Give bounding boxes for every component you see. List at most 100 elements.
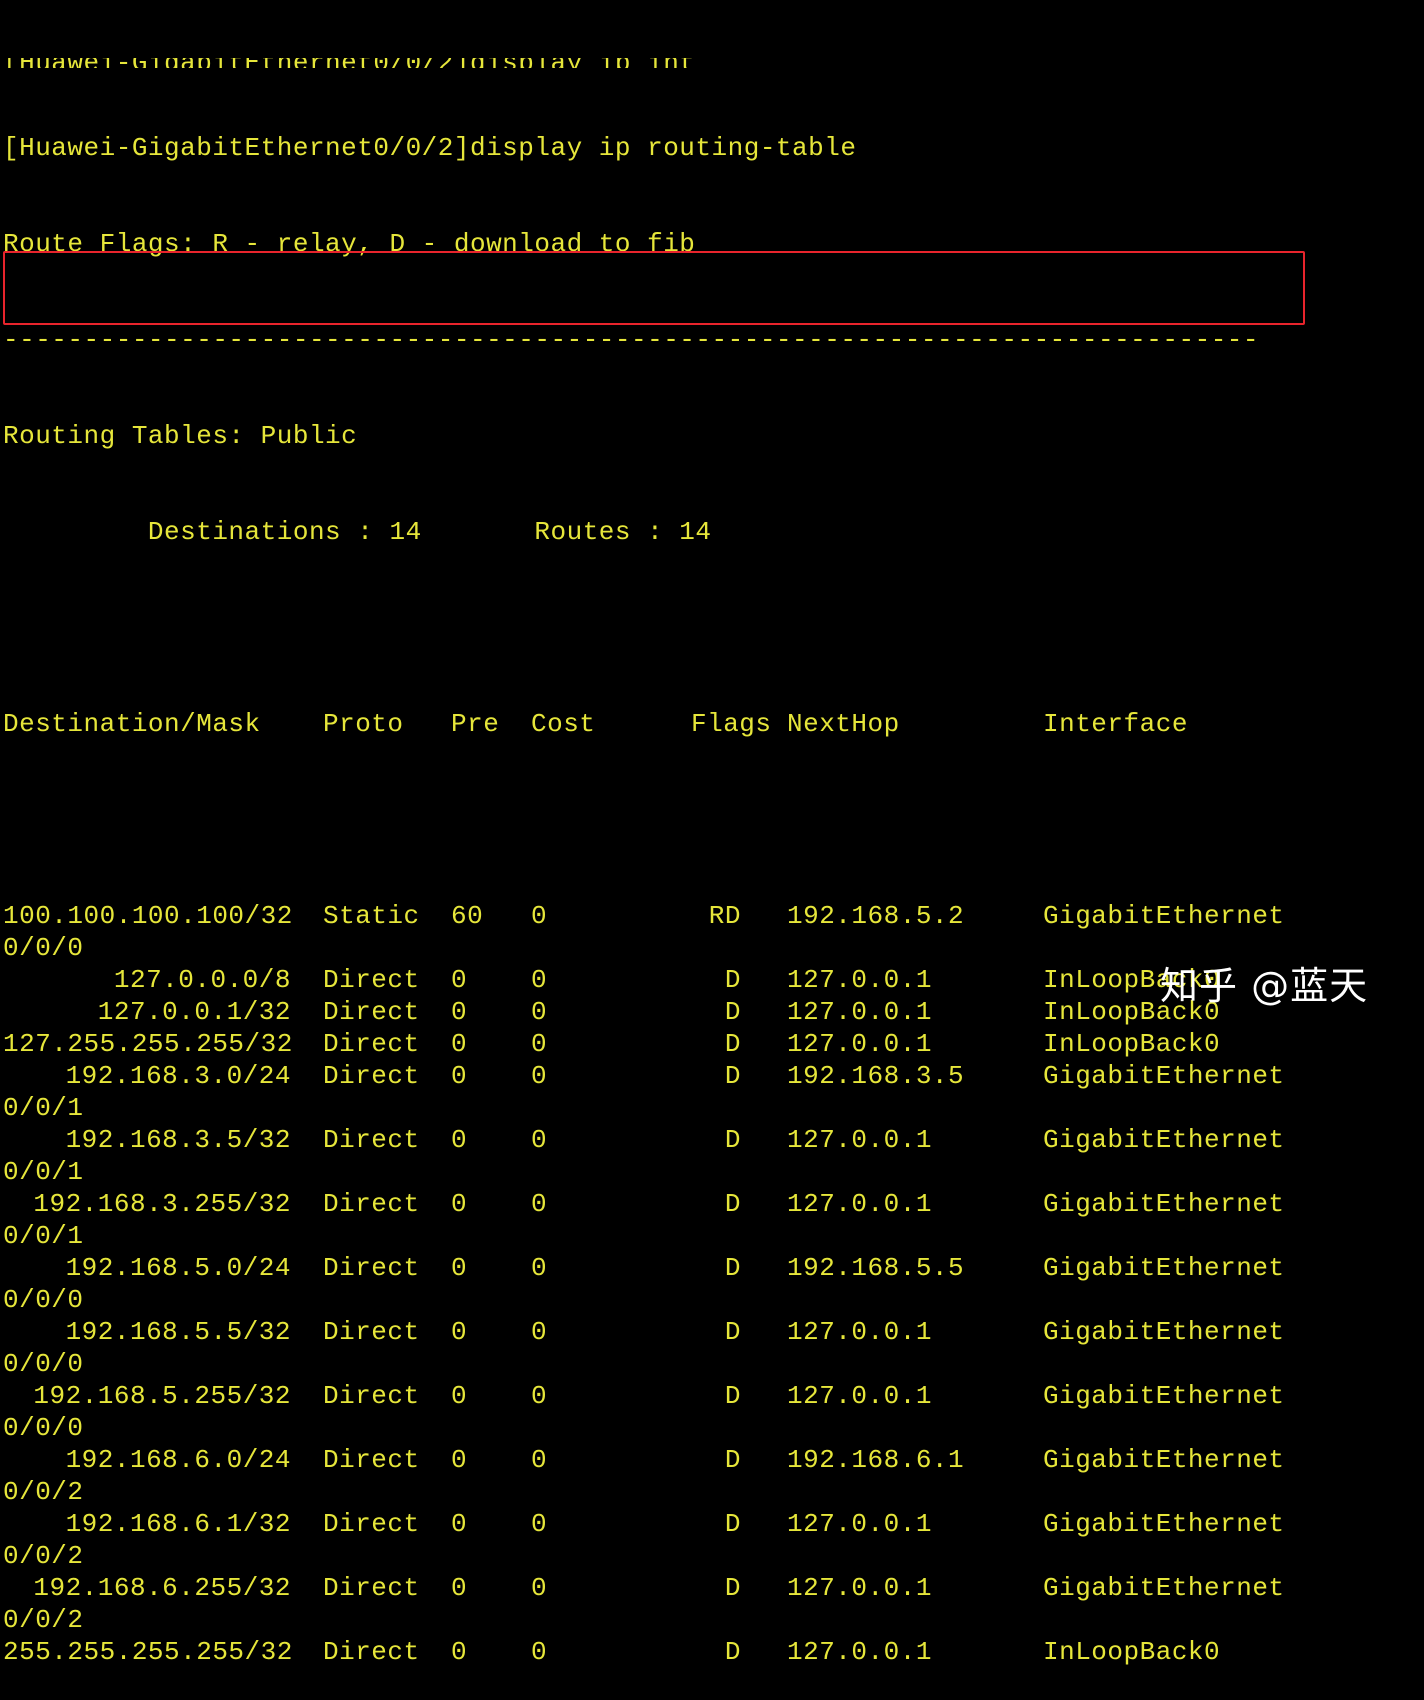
route-cost: 0 (531, 1637, 548, 1667)
route-flags: D (724, 997, 741, 1027)
route-pre: 0 (451, 1125, 468, 1155)
route-destination: 192.168.6.1/32 (65, 1509, 291, 1539)
table-row: 192.168.5.0/24 Direct 0 0 D 192.168.5.5 Gigabi… (3, 1252, 1421, 1284)
header-interface: Interface (1043, 709, 1188, 739)
route-interface-continuation: 0/0/0 (3, 1413, 84, 1443)
route-nexthop: 127.0.0.1 (787, 1509, 932, 1539)
route-destination: 127.255.255.255/32 (3, 1029, 293, 1059)
route-proto: Direct (323, 965, 420, 995)
route-proto: Direct (323, 1509, 420, 1539)
table-header: Destination/Mask Proto Pre Cost Flags Ne… (3, 708, 1421, 740)
table-row: 192.168.6.1/32 Direct 0 0 D 127.0.0.1 GigabitE… (3, 1508, 1421, 1540)
route-flags: D (724, 1253, 741, 1283)
route-interface: GigabitEthernet (1043, 1317, 1285, 1347)
route-interface-continuation: 0/0/1 (3, 1221, 84, 1251)
route-interface-continuation: 0/0/2 (3, 1477, 84, 1507)
route-nexthop: 192.168.3.5 (787, 1061, 965, 1091)
header-pre: Pre (451, 709, 500, 739)
route-proto: Direct (323, 1381, 420, 1411)
route-proto: Direct (323, 1253, 420, 1283)
route-destination: 192.168.3.5/32 (65, 1125, 291, 1155)
table-row: 192.168.3.255/32 Direct 0 0 D 127.0.0.1 Gigabi… (3, 1188, 1421, 1220)
route-proto: Direct (323, 1189, 420, 1219)
route-flags: D (724, 1029, 741, 1059)
route-pre: 0 (451, 1637, 468, 1667)
route-pre: 0 (451, 1061, 468, 1091)
route-proto: Static (323, 901, 420, 931)
route-cost: 0 (531, 997, 548, 1027)
route-nexthop: 127.0.0.1 (787, 1637, 932, 1667)
route-cost: 0 (531, 1381, 548, 1411)
routes-summary: Destinations : 14 Routes : 14 (3, 517, 712, 547)
route-destination: 192.168.6.255/32 (33, 1573, 291, 1603)
route-proto: Direct (323, 1445, 420, 1475)
table-row: 192.168.6.0/24 Direct 0 0 D 192.168.6.1 Gigabi… (3, 1444, 1421, 1476)
route-cost: 0 (531, 1253, 548, 1283)
route-flags: D (724, 965, 741, 995)
highlight-box (3, 251, 1305, 325)
route-interface-continuation: 0/0/0 (3, 1349, 84, 1379)
route-interface: GigabitEthernet (1043, 1189, 1285, 1219)
route-flags: D (724, 1189, 741, 1219)
route-cost: 0 (531, 1125, 548, 1155)
route-destination: 127.0.0.0/8 (113, 965, 291, 995)
separator-line: ----------------------------------------… (3, 325, 1259, 355)
route-cost: 0 (531, 1445, 548, 1475)
route-interface-continuation: 0/0/0 (3, 1285, 84, 1315)
table-row: 255.255.255.255/32 Direct 0 0 D 127.0.0.1 InLo… (3, 1636, 1421, 1668)
route-interface: InLoopBack0 (1043, 1637, 1221, 1667)
route-nexthop: 127.0.0.1 (787, 1189, 932, 1219)
table-row: 192.168.6.255/32 Direct 0 0 D 127.0.0.1 Gigabi… (3, 1572, 1421, 1604)
cutoff-command-line: [Huawei-GigabitEthernet0/0/2]display ip … (3, 58, 1421, 68)
route-cost: 0 (531, 1509, 548, 1539)
route-pre: 60 (451, 901, 484, 931)
route-proto: Direct (323, 1061, 420, 1091)
routing-tables-label: Routing Tables: Public (3, 421, 358, 451)
route-flags: D (724, 1061, 741, 1091)
route-proto: Direct (323, 1029, 420, 1059)
route-nexthop: 192.168.5.2 (787, 901, 965, 931)
route-interface-continuation: 0/0/1 (3, 1093, 84, 1123)
route-nexthop: 127.0.0.1 (787, 1125, 932, 1155)
route-nexthop: 192.168.6.1 (787, 1445, 965, 1475)
route-flags: D (724, 1445, 741, 1475)
routes-table: 100.100.100.100/32 Static 60 0 RD 192.168.5.2… (3, 900, 1421, 1668)
route-destination: 100.100.100.100/32 (3, 901, 293, 931)
route-pre: 0 (451, 965, 468, 995)
route-nexthop: 127.0.0.1 (787, 1381, 932, 1411)
route-destination: 255.255.255.255/32 (3, 1637, 293, 1667)
route-interface: GigabitEthernet (1043, 1125, 1285, 1155)
route-proto: Direct (323, 997, 420, 1027)
table-row: 192.168.5.255/32 Direct 0 0 D 127.0.0.1 Gigabi… (3, 1380, 1421, 1412)
route-flags: D (724, 1125, 741, 1155)
route-nexthop: 127.0.0.1 (787, 965, 932, 995)
route-nexthop: 127.0.0.1 (787, 1317, 932, 1347)
route-proto: Direct (323, 1573, 420, 1603)
route-cost: 0 (531, 901, 548, 931)
route-cost: 0 (531, 965, 548, 995)
route-destination: 192.168.3.0/24 (65, 1061, 291, 1091)
route-cost: 0 (531, 1317, 548, 1347)
route-cost: 0 (531, 1061, 548, 1091)
route-nexthop: 127.0.0.1 (787, 997, 932, 1027)
route-flags: RD (708, 901, 741, 931)
route-destination: 192.168.5.5/32 (65, 1317, 291, 1347)
header-proto: Proto (323, 709, 404, 739)
route-cost: 0 (531, 1189, 548, 1219)
route-interface-continuation: 0/0/2 (3, 1541, 84, 1571)
route-destination: 192.168.5.0/24 (65, 1253, 291, 1283)
route-pre: 0 (451, 997, 468, 1027)
table-row: 192.168.3.0/24 Direct 0 0 D 192.168.3.5 Gigabi… (3, 1060, 1421, 1092)
route-interface-continuation: 0/0/0 (3, 933, 84, 963)
route-interface: GigabitEthernet (1043, 1381, 1285, 1411)
command-line: [Huawei-GigabitEthernet0/0/2]display ip … (3, 133, 857, 163)
header-nexthop: NextHop (787, 709, 900, 739)
table-row: 100.100.100.100/32 Static 60 0 RD 192.168.5.2… (3, 900, 1421, 932)
route-nexthop: 127.0.0.1 (787, 1573, 932, 1603)
route-pre: 0 (451, 1253, 468, 1283)
route-interface: GigabitEthernet (1043, 901, 1285, 931)
table-row: 127.255.255.255/32 Direct 0 0 D 127.0.0.1 InLo… (3, 1028, 1421, 1060)
route-interface-continuation: 0/0/1 (3, 1157, 84, 1187)
route-cost: 0 (531, 1029, 548, 1059)
